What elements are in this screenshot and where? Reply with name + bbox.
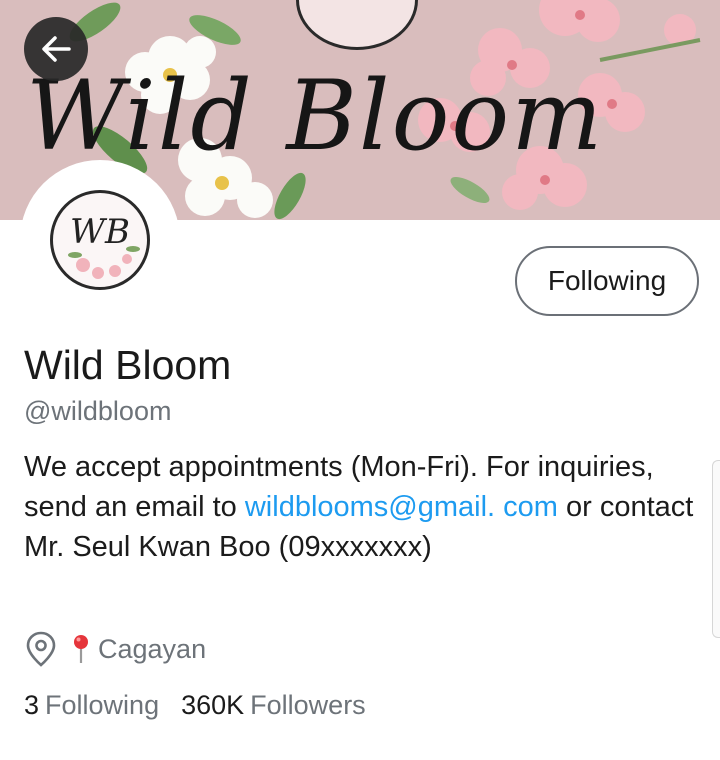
location-text: Cagayan — [98, 633, 207, 664]
profile-stats: 3 Following 360K Followers — [24, 690, 388, 721]
avatar-logo: WB — [50, 190, 150, 290]
back-button[interactable] — [24, 17, 88, 81]
location-pin-icon — [26, 631, 56, 667]
profile-location: Cagayan — [24, 630, 206, 668]
profile-avatar[interactable]: WB — [20, 160, 180, 320]
followers-count: 360K — [181, 690, 245, 720]
following-button[interactable]: Following — [515, 246, 699, 316]
following-label: Following — [45, 690, 160, 720]
following-stat[interactable]: 3 Following — [24, 690, 159, 721]
banner-title: Wild Bloom — [26, 60, 605, 172]
profile-bio: We accept appointments (Mon-Fri). For in… — [24, 447, 694, 567]
edge-panel-handle[interactable] — [712, 460, 720, 638]
followers-label: Followers — [250, 690, 366, 720]
avatar-initials: WB — [70, 212, 130, 252]
followers-stat[interactable]: 360K Followers — [181, 690, 366, 721]
following-count: 3 — [24, 690, 40, 720]
arrow-left-icon — [42, 36, 71, 62]
profile-handle: @wildbloom — [24, 396, 172, 426]
red-pin-icon — [74, 635, 88, 663]
bio-email-link[interactable]: wildblooms@gmail. com — [245, 491, 558, 523]
profile-name: Wild Bloom — [24, 342, 232, 388]
